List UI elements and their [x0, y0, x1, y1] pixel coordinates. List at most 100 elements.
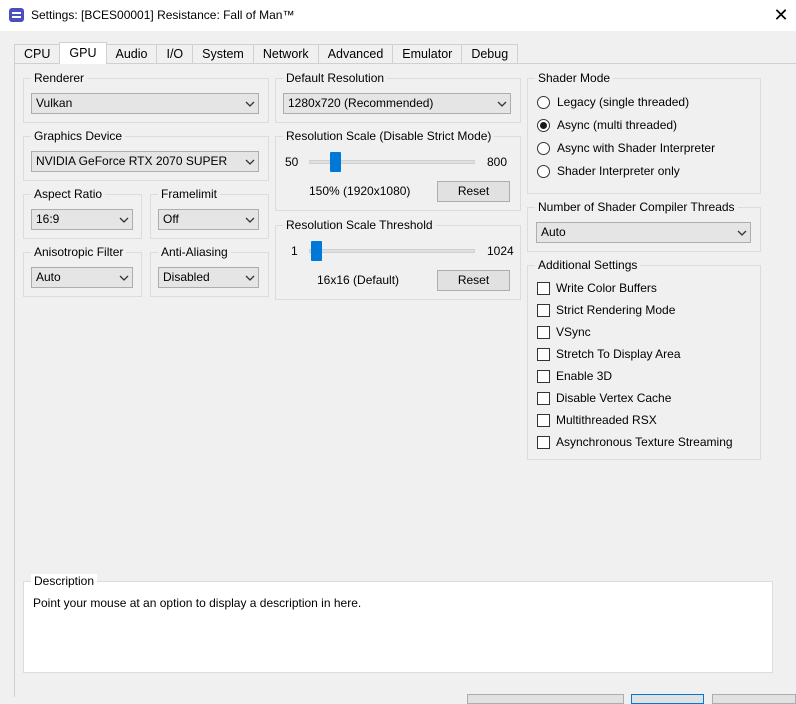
multithreaded-rsx-checkbox[interactable]: Multithreaded RSX: [537, 413, 657, 427]
resolution-threshold-track[interactable]: [309, 249, 475, 253]
chevron-down-icon: [245, 216, 255, 224]
write-color-buffers-checkbox[interactable]: Write Color Buffers: [537, 281, 657, 295]
close-icon[interactable]: ✕: [766, 0, 796, 31]
graphics-device-select[interactable]: NVIDIA GeForce RTX 2070 SUPER: [31, 151, 259, 172]
tab-network[interactable]: Network: [252, 44, 318, 64]
checkbox[interactable]: [537, 281, 550, 295]
graphics-device-label: Graphics Device: [31, 129, 126, 143]
tab-io[interactable]: I/O: [156, 44, 193, 64]
anti-aliasing-select[interactable]: Disabled: [158, 267, 259, 288]
chevron-down-icon: [245, 274, 255, 282]
shader-threads-label: Number of Shader Compiler Threads: [535, 200, 738, 214]
async-texture-streaming-checkbox[interactable]: Asynchronous Texture Streaming: [537, 435, 733, 449]
anisotropic-filter-value: Auto: [36, 270, 61, 284]
resolution-scale-handle[interactable]: [330, 152, 341, 172]
shader-mode-legacy[interactable]: Legacy (single threaded): [537, 95, 689, 109]
aspect-ratio-select[interactable]: 16:9: [31, 209, 133, 230]
resolution-threshold-value: 16x16 (Default): [317, 273, 400, 287]
renderer-label: Renderer: [31, 71, 88, 85]
tab-system[interactable]: System: [192, 44, 253, 64]
radio-button[interactable]: [537, 95, 550, 109]
shader-mode-label: Shader Mode: [535, 71, 614, 85]
aspect-ratio-label: Aspect Ratio: [31, 187, 106, 201]
checkbox-label: Stretch To Display Area: [556, 347, 681, 361]
resolution-scale-max: 800: [487, 155, 508, 169]
tab-advanced[interactable]: Advanced: [317, 44, 393, 64]
shader-mode-option-label: Async with Shader Interpreter: [557, 141, 716, 155]
description-box: Description Point your mouse at an optio…: [23, 574, 773, 673]
checkbox[interactable]: [537, 369, 550, 383]
default-resolution-value: 1280x720 (Recommended): [288, 96, 434, 110]
anti-aliasing-value: Disabled: [163, 270, 210, 284]
default-resolution-label: Default Resolution: [283, 71, 388, 85]
window-title: Settings: [BCES00001] Resistance: Fall o…: [31, 8, 295, 22]
radio-button-checked[interactable]: [537, 118, 550, 132]
title-bar: Settings: [BCES00001] Resistance: Fall o…: [0, 0, 796, 31]
checkbox[interactable]: [537, 325, 550, 339]
tab-debug[interactable]: Debug: [461, 44, 519, 64]
resolution-scale-value: 150% (1920x1080): [309, 184, 411, 198]
shader-threads-value: Auto: [541, 225, 566, 239]
enable-3d-checkbox[interactable]: Enable 3D: [537, 369, 612, 383]
strict-rendering-mode-checkbox[interactable]: Strict Rendering Mode: [537, 303, 675, 317]
shader-mode-option-label: Legacy (single threaded): [557, 95, 690, 109]
description-label: Description: [31, 574, 98, 588]
disable-vertex-cache-checkbox[interactable]: Disable Vertex Cache: [537, 391, 671, 405]
chevron-down-icon: [737, 229, 747, 237]
framelimit-select[interactable]: Off: [158, 209, 259, 230]
tab-emulator[interactable]: Emulator: [392, 44, 462, 64]
additional-settings-label: Additional Settings: [535, 258, 641, 272]
resolution-scale-label: Resolution Scale (Disable Strict Mode): [283, 129, 495, 143]
default-resolution-select[interactable]: 1280x720 (Recommended): [283, 93, 511, 114]
radio-button[interactable]: [537, 141, 550, 155]
checkbox-label: Disable Vertex Cache: [556, 391, 672, 405]
anisotropic-filter-select[interactable]: Auto: [31, 267, 133, 288]
resolution-threshold-min: 1: [291, 244, 298, 258]
chevron-down-icon: [119, 216, 129, 224]
checkbox[interactable]: [537, 413, 550, 427]
checkbox-label: Asynchronous Texture Streaming: [556, 435, 733, 449]
tab-audio[interactable]: Audio: [106, 44, 157, 64]
checkbox-label: VSync: [556, 325, 591, 339]
resolution-scale-reset-button[interactable]: Reset: [437, 181, 510, 202]
tab-bar: CPU GPU Audio I/O System Network Advance…: [14, 42, 519, 64]
framelimit-label: Framelimit: [158, 187, 220, 201]
checkbox[interactable]: [537, 303, 550, 317]
aspect-ratio-value: 16:9: [36, 212, 60, 226]
shader-mode-interpreter-only[interactable]: Shader Interpreter only: [537, 164, 680, 178]
framelimit-value: Off: [163, 212, 179, 226]
description-text: Point your mouse at an option to display…: [33, 596, 362, 610]
checkbox-label: Strict Rendering Mode: [556, 303, 676, 317]
tab-gpu[interactable]: GPU: [59, 42, 107, 64]
shader-mode-option-label: Async (multi threaded): [557, 118, 678, 132]
shader-mode-option-label: Shader Interpreter only: [557, 164, 680, 178]
stretch-to-display-area-checkbox[interactable]: Stretch To Display Area: [537, 347, 681, 361]
bottom-button-partial[interactable]: [467, 694, 624, 704]
checkbox[interactable]: [537, 391, 550, 405]
shader-mode-async-interpreter[interactable]: Async with Shader Interpreter: [537, 141, 715, 155]
cancel-button-partial[interactable]: [712, 694, 796, 704]
checkbox[interactable]: [537, 347, 550, 361]
vsync-checkbox[interactable]: VSync: [537, 325, 591, 339]
chevron-down-icon: [497, 100, 507, 108]
graphics-device-value: NVIDIA GeForce RTX 2070 SUPER: [36, 154, 228, 168]
resolution-scale-min: 50: [285, 155, 299, 169]
checkbox-label: Write Color Buffers: [556, 281, 657, 295]
shader-mode-async[interactable]: Async (multi threaded): [537, 118, 677, 132]
resolution-threshold-reset-button[interactable]: Reset: [437, 270, 510, 291]
chevron-down-icon: [245, 100, 255, 108]
resolution-threshold-max: 1024: [487, 244, 514, 258]
resolution-threshold-label: Resolution Scale Threshold: [283, 218, 436, 232]
renderer-select[interactable]: Vulkan: [31, 93, 259, 114]
checkbox[interactable]: [537, 435, 550, 449]
checkbox-label: Enable 3D: [556, 369, 613, 383]
radio-button[interactable]: [537, 164, 550, 178]
checkbox-label: Multithreaded RSX: [556, 413, 657, 427]
resolution-threshold-handle[interactable]: [311, 241, 322, 261]
shader-threads-select[interactable]: Auto: [536, 222, 751, 243]
ok-button-partial[interactable]: [631, 694, 704, 704]
chevron-down-icon: [119, 274, 129, 282]
tab-cpu[interactable]: CPU: [14, 44, 60, 64]
chevron-down-icon: [245, 158, 255, 166]
anisotropic-filter-label: Anisotropic Filter: [31, 245, 127, 259]
